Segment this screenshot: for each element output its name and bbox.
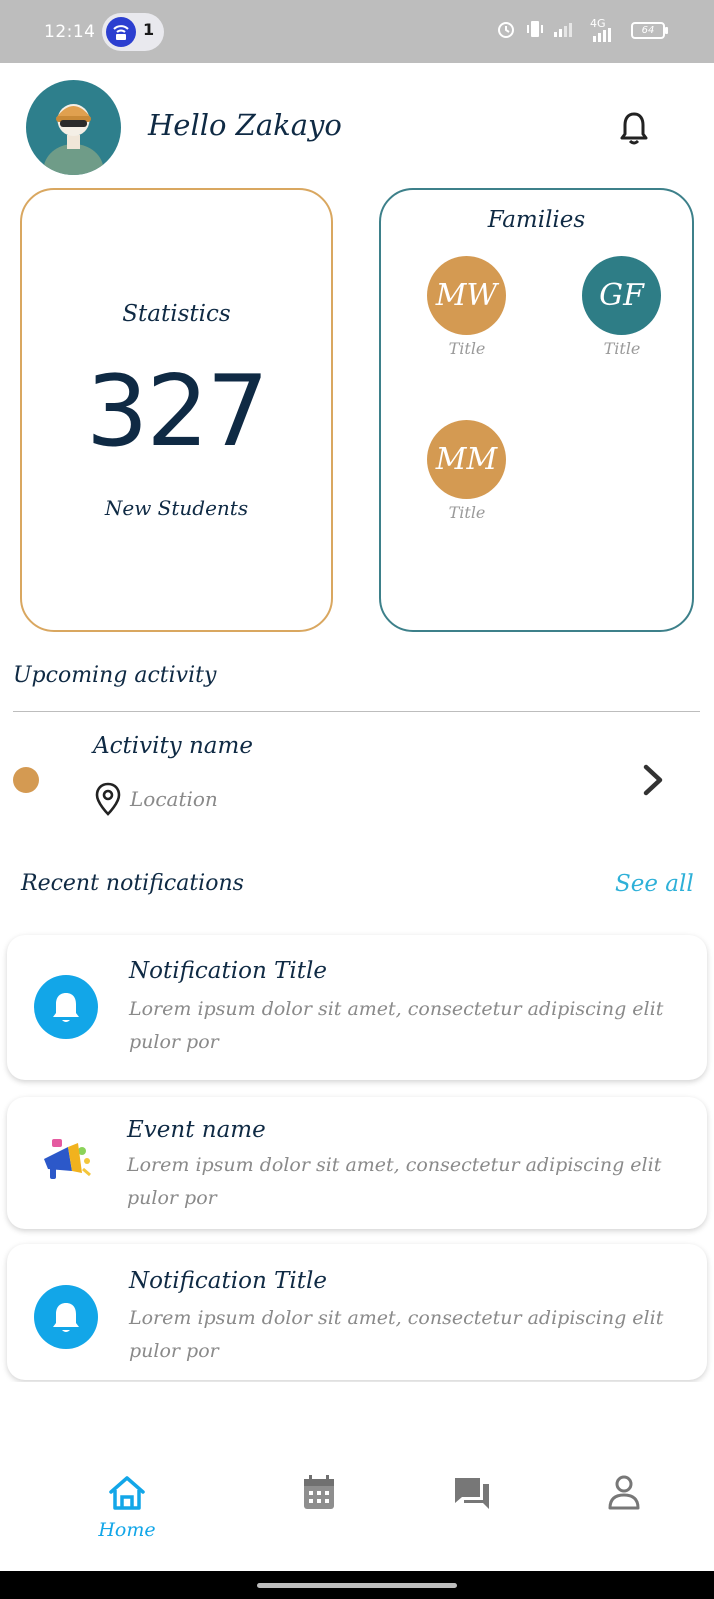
battery-tip [665,27,668,34]
families-title: Families [487,207,586,233]
hotspot-icon [106,17,136,47]
notification-body: Lorem ipsum dolor sit amet, consectetur … [129,1307,664,1362]
avatar[interactable] [26,80,121,175]
divider [13,711,700,712]
location-pin-icon [93,781,123,817]
notification-card[interactable]: Event name Lorem ipsum dolor sit amet, c… [7,1097,707,1229]
statistics-sublabel: New Students [104,496,249,520]
notification-card[interactable]: Notification Title Lorem ipsum dolor sit… [7,1244,707,1380]
family-caption: Title [448,339,486,358]
bell-icon [34,975,98,1039]
status-time: 12:14 [44,22,96,42]
signal-icon-2 [592,28,614,46]
activity-name[interactable]: Activity name [93,733,253,759]
vibrate-icon [525,19,545,43]
notification-body: Lorem ipsum dolor sit amet, consectetur … [127,1154,662,1209]
notification-count: 1 [143,20,155,39]
upcoming-activity-title: Upcoming activity [13,663,217,688]
families-card [379,188,694,632]
family-caption: Title [603,339,641,358]
signal-icon [553,19,573,43]
chevron-right-icon[interactable] [640,762,666,798]
family-avatar-mm[interactable]: MM [427,420,506,499]
greeting-title: Hello Zakayo [148,108,342,142]
family-avatar-mw[interactable]: MW [427,256,506,335]
statistics-value: 327 [85,355,269,469]
event-name: Event name [127,1117,266,1143]
notification-body: Lorem ipsum dolor sit amet, consectetur … [129,998,664,1053]
list-fade [0,1382,714,1462]
activity-status-dot [13,767,39,793]
notification-title: Notification Title [129,1268,327,1294]
activity-location: Location [130,787,218,811]
megaphone-icon [38,1129,98,1189]
alarm-icon [496,19,516,43]
notification-title: Notification Title [129,958,327,984]
calendar-icon[interactable] [289,1470,349,1530]
home-gesture-handle[interactable] [257,1583,457,1588]
bell-icon[interactable] [618,110,650,146]
profile-icon[interactable] [594,1470,654,1530]
see-all-link[interactable]: See all [615,871,694,897]
recent-notifications-title: Recent notifications [21,871,244,896]
battery-icon: 64 [631,22,665,39]
chat-icon[interactable] [442,1470,502,1530]
statistics-label: Statistics [122,301,231,327]
notification-card[interactable]: Notification Title Lorem ipsum dolor sit… [7,935,707,1080]
bell-icon [34,1285,98,1349]
family-caption: Title [448,503,486,522]
nav-home-label[interactable]: Home [90,1519,164,1541]
family-avatar-gf[interactable]: GF [582,256,661,335]
